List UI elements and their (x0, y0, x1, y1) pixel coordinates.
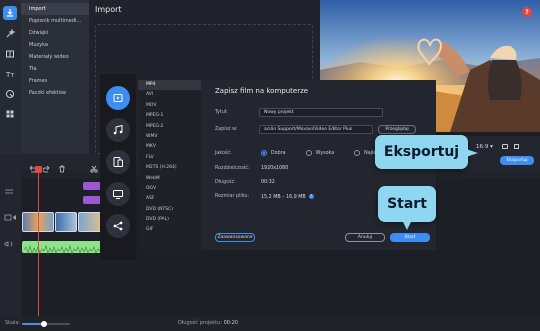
resolution-label: Rozdzielczość: (215, 166, 250, 171)
duration-value: 00:32 (261, 180, 275, 185)
save-location-input[interactable]: ación Support/Movavi/Video Editor Plus (259, 125, 373, 134)
format-item[interactable]: MKV (138, 142, 201, 152)
category-item[interactable]: Dźwięki (21, 27, 89, 39)
quality-radio-group: Dobra Wysoka Najlepsza (261, 150, 387, 156)
title-label: Tytuł: (215, 110, 228, 115)
format-item[interactable]: MP4 (138, 80, 201, 91)
format-item[interactable]: FLV (138, 153, 201, 163)
scale-label: Skala: (5, 320, 21, 326)
format-item[interactable]: AVI (138, 90, 201, 100)
delete-icon[interactable] (58, 158, 66, 173)
category-item[interactable]: Import (21, 3, 89, 15)
quality-option-label: Dobra (271, 150, 286, 156)
format-item[interactable]: M2TS (H.264) (138, 163, 201, 173)
timeline-toolbar (0, 154, 105, 173)
format-item[interactable]: WMV (138, 132, 201, 142)
playhead-handle[interactable] (35, 166, 42, 173)
format-item[interactable]: MOV (138, 101, 201, 111)
export-callout-pointer (466, 149, 478, 157)
format-item[interactable]: WebM (138, 174, 201, 184)
dialog-title: Zapisz film na komputerze (215, 87, 309, 95)
scale-knob[interactable] (40, 321, 47, 327)
devices-icon[interactable] (106, 150, 130, 174)
export-button[interactable]: Eksportuj (500, 156, 534, 165)
duration-label: Długość: (215, 180, 236, 185)
import-title: Import (95, 5, 122, 14)
video-format-icon[interactable] (106, 86, 130, 110)
project-duration-label: Długość projektu: (178, 320, 222, 326)
magic-wand-icon[interactable] (3, 27, 17, 41)
quality-option-label: Wysoka (315, 150, 335, 156)
transitions-icon[interactable] (3, 47, 17, 61)
tv-icon[interactable] (106, 182, 130, 206)
format-item[interactable]: DVD (PAL) (138, 215, 201, 225)
start-callout-pointer (402, 220, 412, 230)
import-icon[interactable] (3, 6, 17, 20)
format-list: MP4 AVI MOV MPEG-1 MPEG-2 WMV MKV FLV M2… (138, 80, 201, 250)
advanced-button[interactable]: Zaawansowane (215, 233, 255, 242)
audio-clip[interactable] (22, 241, 104, 256)
resolution-value: 1920x1080 (261, 166, 289, 171)
scale-slider[interactable] (22, 321, 70, 327)
project-duration: Długość projektu: 00:20 (178, 320, 238, 326)
filesize-value: 15,2 MB – 16,9 MB? (261, 194, 314, 200)
format-item[interactable]: ASF (138, 194, 201, 204)
filters-icon[interactable] (3, 107, 17, 121)
quality-option-good[interactable]: Dobra (261, 150, 286, 156)
help-icon[interactable]: ? (522, 7, 532, 17)
info-icon[interactable]: ? (308, 194, 314, 199)
start-button[interactable]: Start (390, 233, 430, 242)
export-callout: Eksportuj (375, 135, 468, 169)
app-window: Tт Import Popisnik multimedi... Dźwięki … (0, 0, 540, 331)
quality-label: Jakość: (215, 151, 232, 156)
format-item[interactable]: OGV (138, 184, 201, 194)
left-toolbar: Tт (0, 0, 21, 170)
playhead[interactable] (38, 168, 39, 316)
category-item[interactable]: Tła (21, 63, 89, 75)
track-headers (0, 170, 21, 316)
category-item[interactable]: Popisnik multimedi... (21, 15, 89, 27)
category-item[interactable]: Materiały wideo (21, 51, 89, 63)
radio-dot (305, 150, 312, 156)
radio-dot (354, 150, 361, 156)
redo-icon[interactable] (42, 158, 51, 173)
format-item[interactable]: MPEG-2 (138, 122, 201, 132)
filesize-label: Rozmiar pliku: (215, 194, 250, 199)
svg-text:Tт: Tт (5, 71, 14, 79)
video-clip[interactable] (55, 212, 77, 232)
format-item[interactable]: GIF (138, 225, 201, 235)
audio-format-icon[interactable] (106, 118, 130, 142)
start-callout: Start (378, 186, 436, 222)
stickers-icon[interactable] (3, 87, 17, 101)
titles-icon[interactable]: Tт (3, 67, 17, 81)
quality-option-high[interactable]: Wysoka (305, 150, 335, 156)
project-duration-value: 00:20 (223, 320, 238, 326)
save-location-label: Zapisz w: (215, 127, 238, 132)
format-item[interactable]: DVD (NTSC) (138, 205, 201, 215)
undo-icon[interactable] (28, 158, 37, 173)
fullscreen-icon[interactable] (514, 144, 519, 149)
share-icon[interactable] (106, 214, 130, 238)
filesize-text: 15,2 MB – 16,9 MB (261, 195, 306, 200)
category-panel: Import Popisnik multimedi... Dźwięki Muz… (21, 0, 89, 170)
title-input[interactable]: Nowy projekt (259, 108, 383, 117)
format-category-bar (100, 74, 136, 260)
category-item[interactable]: Muzyka (21, 39, 89, 51)
status-bar: Skala: Długość projektu: 00:20 (0, 316, 540, 331)
category-item[interactable]: Frames (21, 75, 89, 87)
snapshot-icon[interactable] (502, 144, 508, 149)
cancel-button[interactable]: Anuluj (345, 233, 385, 242)
category-item[interactable]: Paczki efektów (21, 87, 89, 99)
cut-icon[interactable] (90, 158, 98, 173)
format-item[interactable]: MPEG-1 (138, 111, 201, 121)
radio-dot (261, 150, 267, 156)
browse-button[interactable]: Przeglądaj (378, 125, 416, 134)
